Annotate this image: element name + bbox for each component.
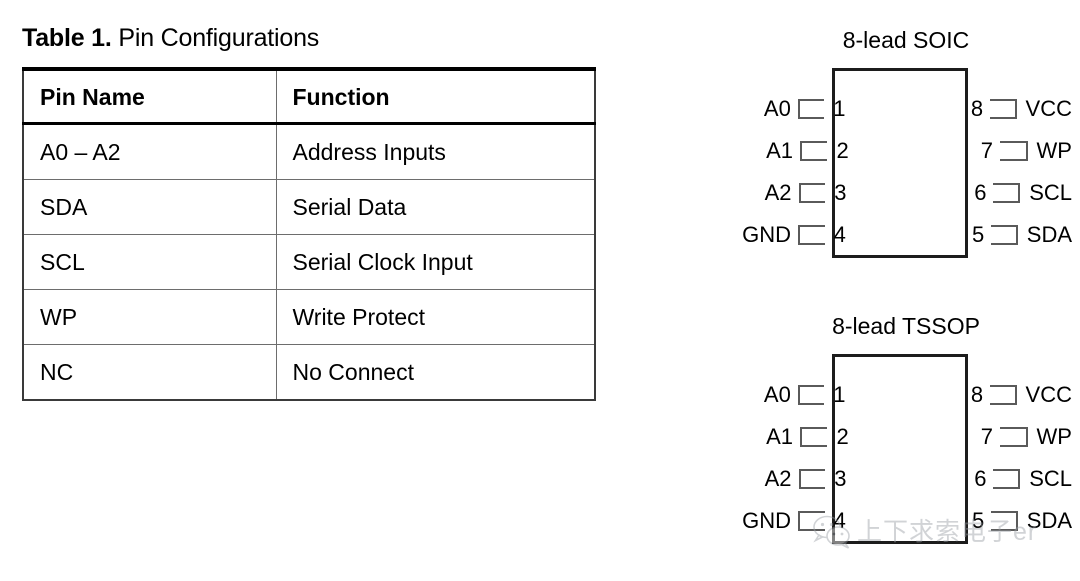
pin-label-left: A2 — [764, 466, 792, 491]
pin-number-right: 5 — [971, 222, 985, 247]
pin-number-right: 8 — [970, 96, 984, 121]
pin-number-left: 3 — [834, 180, 847, 205]
pin-lead-right-icon — [1000, 141, 1028, 161]
pin-lead-right-icon — [990, 385, 1017, 405]
pin-row: A1 2 7 WP — [742, 138, 1072, 164]
column-header-pin-name: Pin Name — [22, 67, 277, 125]
pin-number-left: 4 — [833, 222, 846, 247]
table-header-row: Pin Name Function — [22, 67, 596, 125]
pin-number-left: 2 — [836, 424, 849, 449]
pin-number-right: 7 — [980, 138, 994, 163]
package-figure-tssop: A0 1 8 VCC A1 2 7 WP A2 3 6 SCL GND 4 5 … — [742, 354, 1072, 554]
pin-number-left: 4 — [833, 508, 846, 533]
pin-lead-right-icon — [993, 183, 1021, 203]
pin-number-left: 2 — [836, 138, 849, 163]
cell-function: Address Inputs — [275, 123, 596, 180]
table-caption-text: Pin Configurations — [118, 24, 320, 52]
pin-number-right: 6 — [974, 466, 987, 491]
table-row: NC No Connect — [22, 344, 596, 401]
pin-number-right: 5 — [971, 508, 985, 533]
pin-label-left: A0 — [763, 382, 791, 407]
pin-lead-right-icon — [991, 511, 1018, 531]
pin-number-right: 8 — [970, 382, 984, 407]
pin-row: A2 3 6 SCL — [742, 466, 1072, 492]
pin-label-right: WP — [1036, 138, 1072, 163]
pin-configurations-table: Pin Name Function A0 – A2 Address Inputs… — [22, 67, 596, 401]
cell-pin-name: WP — [22, 289, 277, 345]
pin-lead-left-icon — [798, 469, 826, 489]
pin-lead-left-icon — [797, 99, 825, 119]
package-figure-soic: A0 1 8 VCC A1 2 7 WP A2 3 6 SCL GND 4 5 … — [742, 68, 1072, 268]
pin-lead-right-icon — [993, 469, 1021, 489]
pin-row: A2 3 6 SCL — [742, 180, 1072, 206]
pin-row: A0 1 8 VCC — [742, 382, 1072, 408]
pin-label-right: SDA — [1026, 508, 1073, 533]
cell-function: No Connect — [275, 344, 596, 401]
cell-pin-name: SDA — [22, 179, 277, 235]
cell-pin-name: A0 – A2 — [22, 123, 277, 180]
cell-function: Serial Data — [275, 179, 596, 235]
pin-number-right: 7 — [980, 424, 994, 449]
pin-lead-right-icon — [1000, 427, 1028, 447]
pin-lead-right-icon — [990, 99, 1017, 119]
package-diagram-tssop: 8-lead TSSOP A0 1 8 VCC A1 2 7 WP A2 3 6… — [742, 312, 1072, 554]
package-diagram-soic: 8-lead SOIC A0 1 8 VCC A1 2 7 WP A2 3 6 … — [742, 26, 1072, 268]
pin-label-right: SDA — [1026, 222, 1073, 247]
table-caption: Table 1. Pin Configurations — [22, 22, 594, 54]
pin-row: GND 4 5 SDA — [742, 222, 1072, 248]
pin-label-right: VCC — [1025, 96, 1072, 121]
pin-lead-left-icon — [799, 427, 828, 447]
table-row: SCL Serial Clock Input — [22, 234, 596, 290]
pin-label-left: GND — [742, 222, 792, 247]
pin-label-right: SCL — [1029, 466, 1072, 491]
pin-row: A0 1 8 VCC — [742, 96, 1072, 122]
pin-number-left: 3 — [834, 466, 847, 491]
table-caption-label: Table 1. — [22, 24, 112, 52]
pin-lead-left-icon — [799, 141, 828, 161]
pin-number-left: 1 — [833, 382, 846, 407]
pin-label-left: A1 — [766, 138, 793, 163]
column-header-function: Function — [275, 67, 596, 125]
table-row: A0 – A2 Address Inputs — [22, 123, 596, 180]
cell-pin-name: NC — [22, 344, 277, 401]
cell-function: Write Protect — [275, 289, 596, 345]
package-title-tssop: 8-lead TSSOP — [832, 313, 980, 339]
pin-label-left: A1 — [766, 424, 793, 449]
pin-number-right: 6 — [974, 180, 987, 205]
pin-label-left: A0 — [763, 96, 791, 121]
pin-lead-left-icon — [798, 511, 825, 531]
pin-lead-left-icon — [797, 385, 825, 405]
pin-label-left: GND — [742, 508, 792, 533]
table-row: SDA Serial Data — [22, 179, 596, 235]
pin-label-right: WP — [1036, 424, 1072, 449]
pin-lead-right-icon — [991, 225, 1018, 245]
cell-pin-name: SCL — [22, 234, 277, 290]
pin-label-right: SCL — [1029, 180, 1072, 205]
pin-label-left: A2 — [764, 180, 792, 205]
pin-lead-left-icon — [798, 183, 826, 203]
table-row: WP Write Protect — [22, 289, 596, 345]
pin-row: A1 2 7 WP — [742, 424, 1072, 450]
pin-number-left: 1 — [833, 96, 846, 121]
pin-lead-left-icon — [798, 225, 825, 245]
pin-row: GND 4 5 SDA — [742, 508, 1072, 534]
pin-label-right: VCC — [1025, 382, 1072, 407]
package-title-soic: 8-lead SOIC — [842, 27, 970, 53]
pin-configurations-table-block: Table 1. Pin Configurations Pin Name Fun… — [22, 22, 596, 401]
cell-function: Serial Clock Input — [275, 234, 596, 290]
